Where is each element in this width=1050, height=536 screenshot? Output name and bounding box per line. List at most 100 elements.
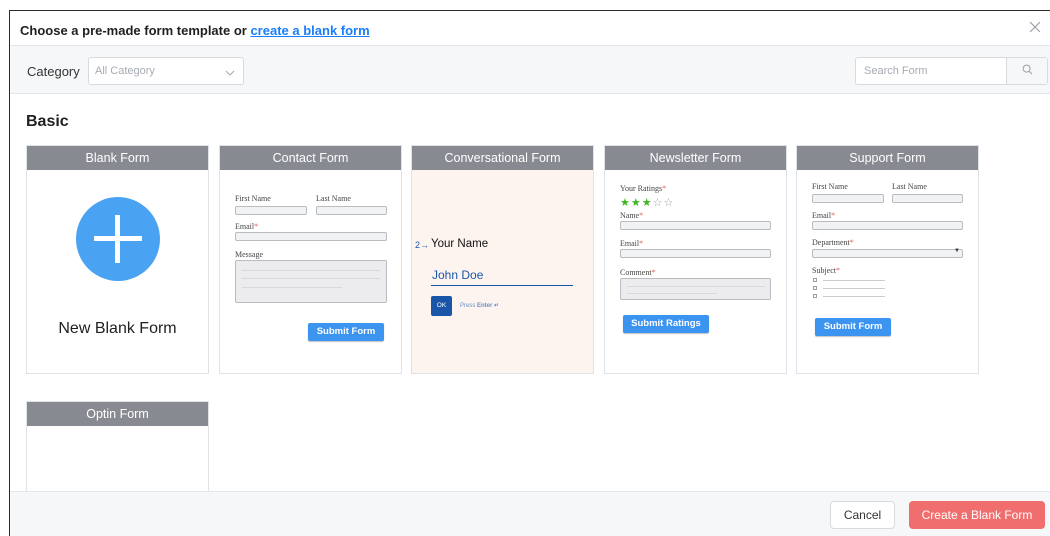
preview-line: [242, 287, 342, 288]
preview-label-text: Department: [812, 238, 850, 247]
preview-label: Subject*: [812, 266, 840, 275]
preview-field: [620, 221, 771, 230]
preview-submit-button: Submit Form: [308, 323, 384, 341]
preview-field: [892, 194, 963, 203]
preview-label-text: Email: [812, 211, 832, 220]
preview-label-text: Your Ratings: [620, 184, 663, 193]
card-title: Conversational Form: [412, 146, 593, 170]
star-filled-icon: ★: [620, 197, 631, 209]
card-title: Optin Form: [27, 402, 208, 426]
preview-submit-button: Submit Form: [815, 318, 891, 336]
preview-select: ▼: [812, 248, 963, 258]
template-grid: Basic Blank Form New Blank Form Contact …: [10, 95, 1050, 491]
modal-header: Choose a pre-made form template or creat…: [10, 11, 1050, 46]
rating-stars: ★★★☆☆: [620, 196, 674, 209]
checkbox-icon: [813, 286, 817, 290]
card-preview: 2→ Your Name John Doe OK Press Enter ↵: [412, 170, 593, 373]
conv-answer: John Doe: [432, 268, 484, 282]
preview-label: Email*: [620, 239, 644, 248]
preview-submit-button: Submit Ratings: [623, 315, 709, 333]
category-select[interactable]: All Category: [88, 57, 244, 85]
preview-line: [627, 293, 717, 294]
conv-enter-text: Enter ↵: [477, 303, 500, 309]
template-card-newsletter[interactable]: Newsletter Form Your Ratings* ★★★☆☆ Name…: [604, 145, 787, 374]
preview-textarea: [235, 260, 387, 303]
preview-label: Email*: [235, 222, 259, 231]
preview-field: [812, 194, 884, 203]
preview-field: [316, 206, 387, 215]
preview-line: [823, 288, 885, 289]
preview-label: Last Name: [316, 194, 351, 203]
template-card-support[interactable]: Support Form First Name Last Name Email*…: [796, 145, 979, 374]
filter-bar: Category All Category: [10, 46, 1050, 94]
card-title: Blank Form: [27, 146, 208, 170]
star-empty-icon: ☆: [663, 197, 675, 209]
caret-down-icon: ▼: [954, 248, 960, 254]
preview-field: [620, 249, 771, 258]
conv-press-hint: Press Enter ↵: [460, 302, 499, 309]
template-card-conversational[interactable]: Conversational Form 2→ Your Name John Do…: [411, 145, 594, 374]
card-title: Contact Form: [220, 146, 401, 170]
conv-ok-button: OK: [431, 296, 452, 316]
preview-label-text: Email: [235, 222, 255, 231]
modal-footer: Cancel Create a Blank Form: [10, 491, 1050, 536]
category-select-value: All Category: [95, 65, 155, 77]
search-button[interactable]: [1006, 58, 1047, 84]
card-preview: First Name Last Name Email* Message Subm…: [220, 170, 401, 373]
preview-label: First Name: [812, 182, 848, 191]
card-title: Newsletter Form: [605, 146, 786, 170]
card-title: Support Form: [797, 146, 978, 170]
preview-line: [823, 296, 885, 297]
card-preview: New Blank Form: [27, 170, 208, 373]
section-title: Basic: [26, 113, 69, 130]
preview-label: Comment*: [620, 268, 656, 277]
preview-textarea: [620, 278, 771, 300]
star-filled-icon: ★: [641, 197, 653, 209]
cancel-button[interactable]: Cancel: [830, 501, 895, 529]
modal-title: Choose a pre-made form template or creat…: [20, 23, 370, 38]
preview-label-text: Comment: [620, 268, 652, 277]
preview-label: Email*: [812, 211, 836, 220]
card-preview: Your Ratings* ★★★☆☆ Name* Email* Comment…: [605, 170, 786, 373]
star-filled-icon: ★: [630, 197, 642, 209]
template-card-contact[interactable]: Contact Form First Name Last Name Email*…: [219, 145, 402, 374]
preview-line: [242, 270, 380, 271]
category-label: Category: [27, 64, 80, 79]
search-icon: [1022, 62, 1033, 80]
template-modal: Choose a pre-made form template or creat…: [9, 10, 1050, 536]
preview-label-text: Name: [620, 211, 640, 220]
preview-line: [823, 280, 885, 281]
preview-label: Name*: [620, 211, 644, 220]
search-box: [855, 57, 1048, 85]
preview-label: Department*: [812, 238, 854, 247]
search-input[interactable]: [856, 58, 1006, 84]
preview-label: Message: [235, 250, 263, 259]
preview-line: [627, 286, 765, 287]
step-number: 2→: [415, 240, 430, 250]
chevron-down-icon: [225, 65, 235, 83]
new-blank-form-label: New Blank Form: [58, 320, 177, 337]
star-empty-icon: ☆: [652, 197, 664, 209]
conv-question: Your Name: [431, 238, 489, 250]
card-preview: First Name Last Name Email* Department* …: [797, 170, 978, 373]
create-blank-form-button[interactable]: Create a Blank Form: [909, 501, 1045, 529]
plus-icon: [76, 197, 160, 281]
preview-field: [812, 221, 963, 230]
preview-label: Your Ratings*: [620, 184, 667, 193]
checkbox-icon: [813, 294, 817, 298]
preview-label: Last Name: [892, 182, 927, 191]
modal-title-text: Choose a pre-made form template or: [20, 23, 247, 38]
preview-label: First Name: [235, 194, 271, 203]
template-card-optin[interactable]: Optin Form: [26, 401, 209, 491]
preview-field: [235, 232, 387, 241]
preview-field: [235, 206, 307, 215]
create-blank-form-link[interactable]: create a blank form: [250, 23, 369, 38]
template-card-blank[interactable]: Blank Form New Blank Form: [26, 145, 209, 374]
preview-label-text: Email: [620, 239, 640, 248]
conv-underline: [431, 285, 573, 286]
preview-line: [242, 278, 380, 279]
conv-press-text: Press: [460, 303, 476, 309]
close-icon[interactable]: [1028, 21, 1042, 35]
checkbox-icon: [813, 278, 817, 282]
preview-label-text: Subject: [812, 266, 836, 275]
